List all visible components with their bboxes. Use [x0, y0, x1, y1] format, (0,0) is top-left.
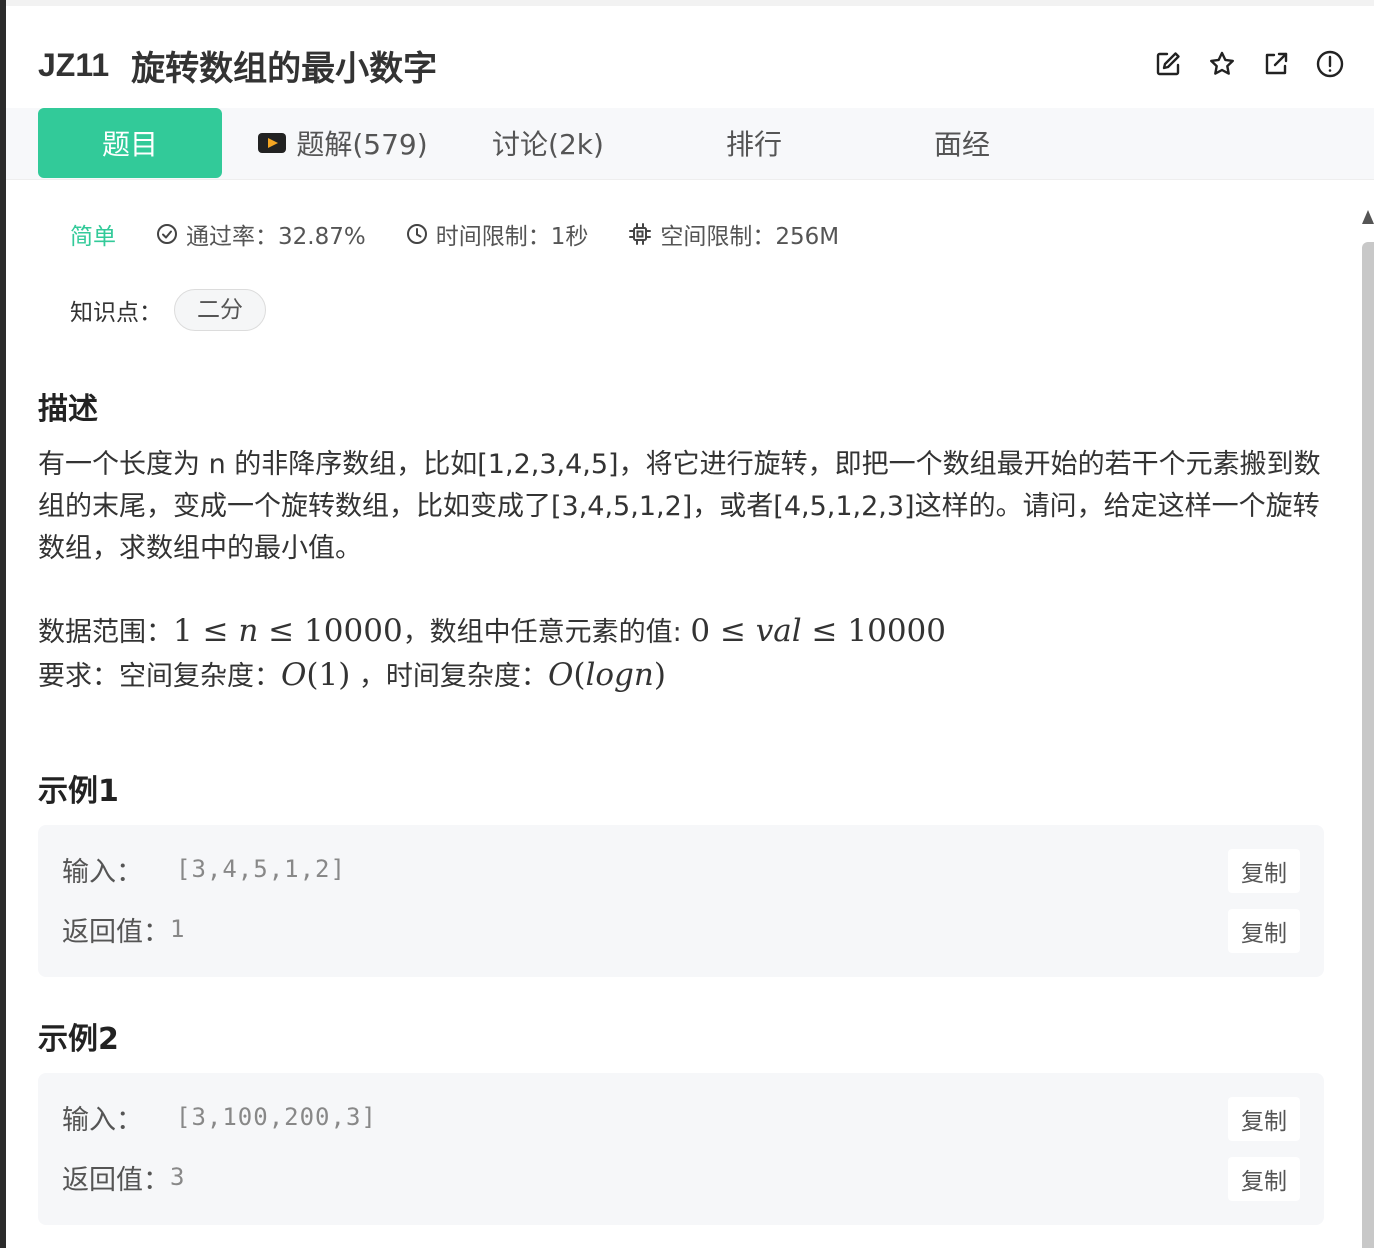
example-1-output: 返回值： 1	[62, 909, 185, 949]
tab-problem[interactable]: 题目	[38, 108, 222, 178]
output-value[interactable]: 1	[170, 915, 185, 943]
example-2-box: 输入： [3,100,200,3] 复制 返回值： 3 复制	[38, 1073, 1324, 1225]
tab-bar: 题目 题解(579) 讨论(2k) 排行 面经	[6, 108, 1374, 180]
difficulty-badge: 简单	[70, 224, 116, 250]
time-complexity: O(logn)	[547, 657, 666, 693]
problem-id: JZ11	[38, 46, 110, 83]
knowledge-tag[interactable]: 二分	[174, 289, 266, 331]
tab-label: 排行	[725, 128, 782, 161]
report-icon[interactable]	[1312, 46, 1348, 82]
description-text: 有一个长度为 n 的非降序数组，比如[1,2,3,4,5]，将它进行旋转，即把一…	[38, 449, 1321, 564]
title-toolbar	[1150, 46, 1348, 82]
edit-icon[interactable]	[1150, 46, 1186, 82]
copy-output-button[interactable]: 复制	[1228, 1157, 1300, 1201]
time-complexity-label: ，时间复杂度：	[350, 661, 548, 692]
input-value[interactable]: [3,4,5,1,2]	[176, 855, 346, 883]
chip-icon	[629, 223, 652, 245]
tab-discussion[interactable]: 讨论(2k)	[486, 108, 610, 178]
val-range-math: 0 ≤ val ≤ 10000	[690, 613, 947, 649]
input-value[interactable]: [3,100,200,3]	[176, 1103, 377, 1131]
scroll-up-arrow-icon[interactable]	[1362, 210, 1374, 224]
clock-icon	[406, 224, 427, 244]
input-label: 输入：	[62, 1104, 143, 1136]
example-2-heading: 示例2	[38, 1022, 119, 1057]
top-strip	[6, 0, 1374, 6]
range-mid-text: ，数组中任意元素的值:	[402, 617, 691, 648]
constraints: 数据范围：1 ≤ n ≤ 10000，数组中任意元素的值: 0 ≤ val ≤ …	[38, 610, 1328, 698]
requirement-label: 要求：空间复杂度：	[38, 661, 281, 692]
tab-solutions[interactable]: 题解(579)	[258, 108, 428, 178]
tab-ranking[interactable]: 排行	[712, 108, 796, 178]
time-limit-text: 时间限制：1秒	[435, 224, 589, 250]
complexity-line: 要求：空间复杂度：O(1) ，时间复杂度：O(logn)	[38, 654, 1328, 698]
space-limit-text: 空间限制：256M	[660, 224, 840, 250]
external-link-icon[interactable]	[1258, 46, 1294, 82]
range-label: 数据范围：	[38, 617, 173, 648]
tab-label: 讨论(2k)	[492, 128, 604, 161]
check-circle-icon	[157, 224, 177, 244]
scrollbar-thumb[interactable]	[1362, 242, 1374, 1248]
description-heading: 描述	[38, 392, 98, 427]
copy-input-button[interactable]: 复制	[1228, 1097, 1300, 1141]
range-math: 1 ≤ n ≤ 10000	[173, 613, 403, 649]
copy-output-button[interactable]: 复制	[1228, 909, 1300, 953]
example-1-box: 输入： [3,4,5,1,2] 复制 返回值： 1 复制	[38, 825, 1324, 977]
tab-label: 面经	[933, 128, 990, 161]
data-range-line: 数据范围：1 ≤ n ≤ 10000，数组中任意元素的值: 0 ≤ val ≤ …	[38, 610, 1328, 654]
pass-rate-text: 通过率：32.87%	[186, 224, 366, 250]
tab-interview[interactable]: 面经	[920, 108, 1004, 178]
output-label: 返回值：	[62, 1164, 170, 1196]
knowledge-points: 知识点： 二分	[70, 288, 266, 332]
star-icon[interactable]	[1204, 46, 1240, 82]
knowledge-label: 知识点：	[70, 300, 162, 326]
problem-title-text: 旋转数组的最小数字	[131, 48, 438, 89]
input-label: 输入：	[62, 856, 143, 888]
tab-label: 题目	[101, 128, 158, 161]
output-value[interactable]: 3	[170, 1163, 185, 1191]
output-label: 返回值：	[62, 916, 170, 948]
example-1-heading: 示例1	[38, 774, 119, 809]
pass-rate: 通过率：32.87%	[156, 217, 366, 251]
space-limit: 空间限制：256M	[628, 217, 839, 251]
example-2-output: 返回值： 3	[62, 1157, 185, 1197]
time-limit: 时间限制：1秒	[406, 217, 589, 251]
video-icon	[258, 133, 287, 153]
tab-label: 题解(579)	[296, 128, 428, 161]
problem-title: JZ11 旋转数组的最小数字	[38, 40, 437, 90]
example-1-input: 输入： [3,4,5,1,2]	[62, 849, 346, 889]
space-complexity: O(1)	[281, 657, 351, 693]
problem-meta: 简单 通过率：32.87% 时间限制：1秒 空间限制：256M	[70, 214, 879, 254]
example-2-input: 输入： [3,100,200,3]	[62, 1097, 377, 1137]
window-left-edge	[0, 0, 6, 1248]
copy-input-button[interactable]: 复制	[1228, 849, 1300, 893]
